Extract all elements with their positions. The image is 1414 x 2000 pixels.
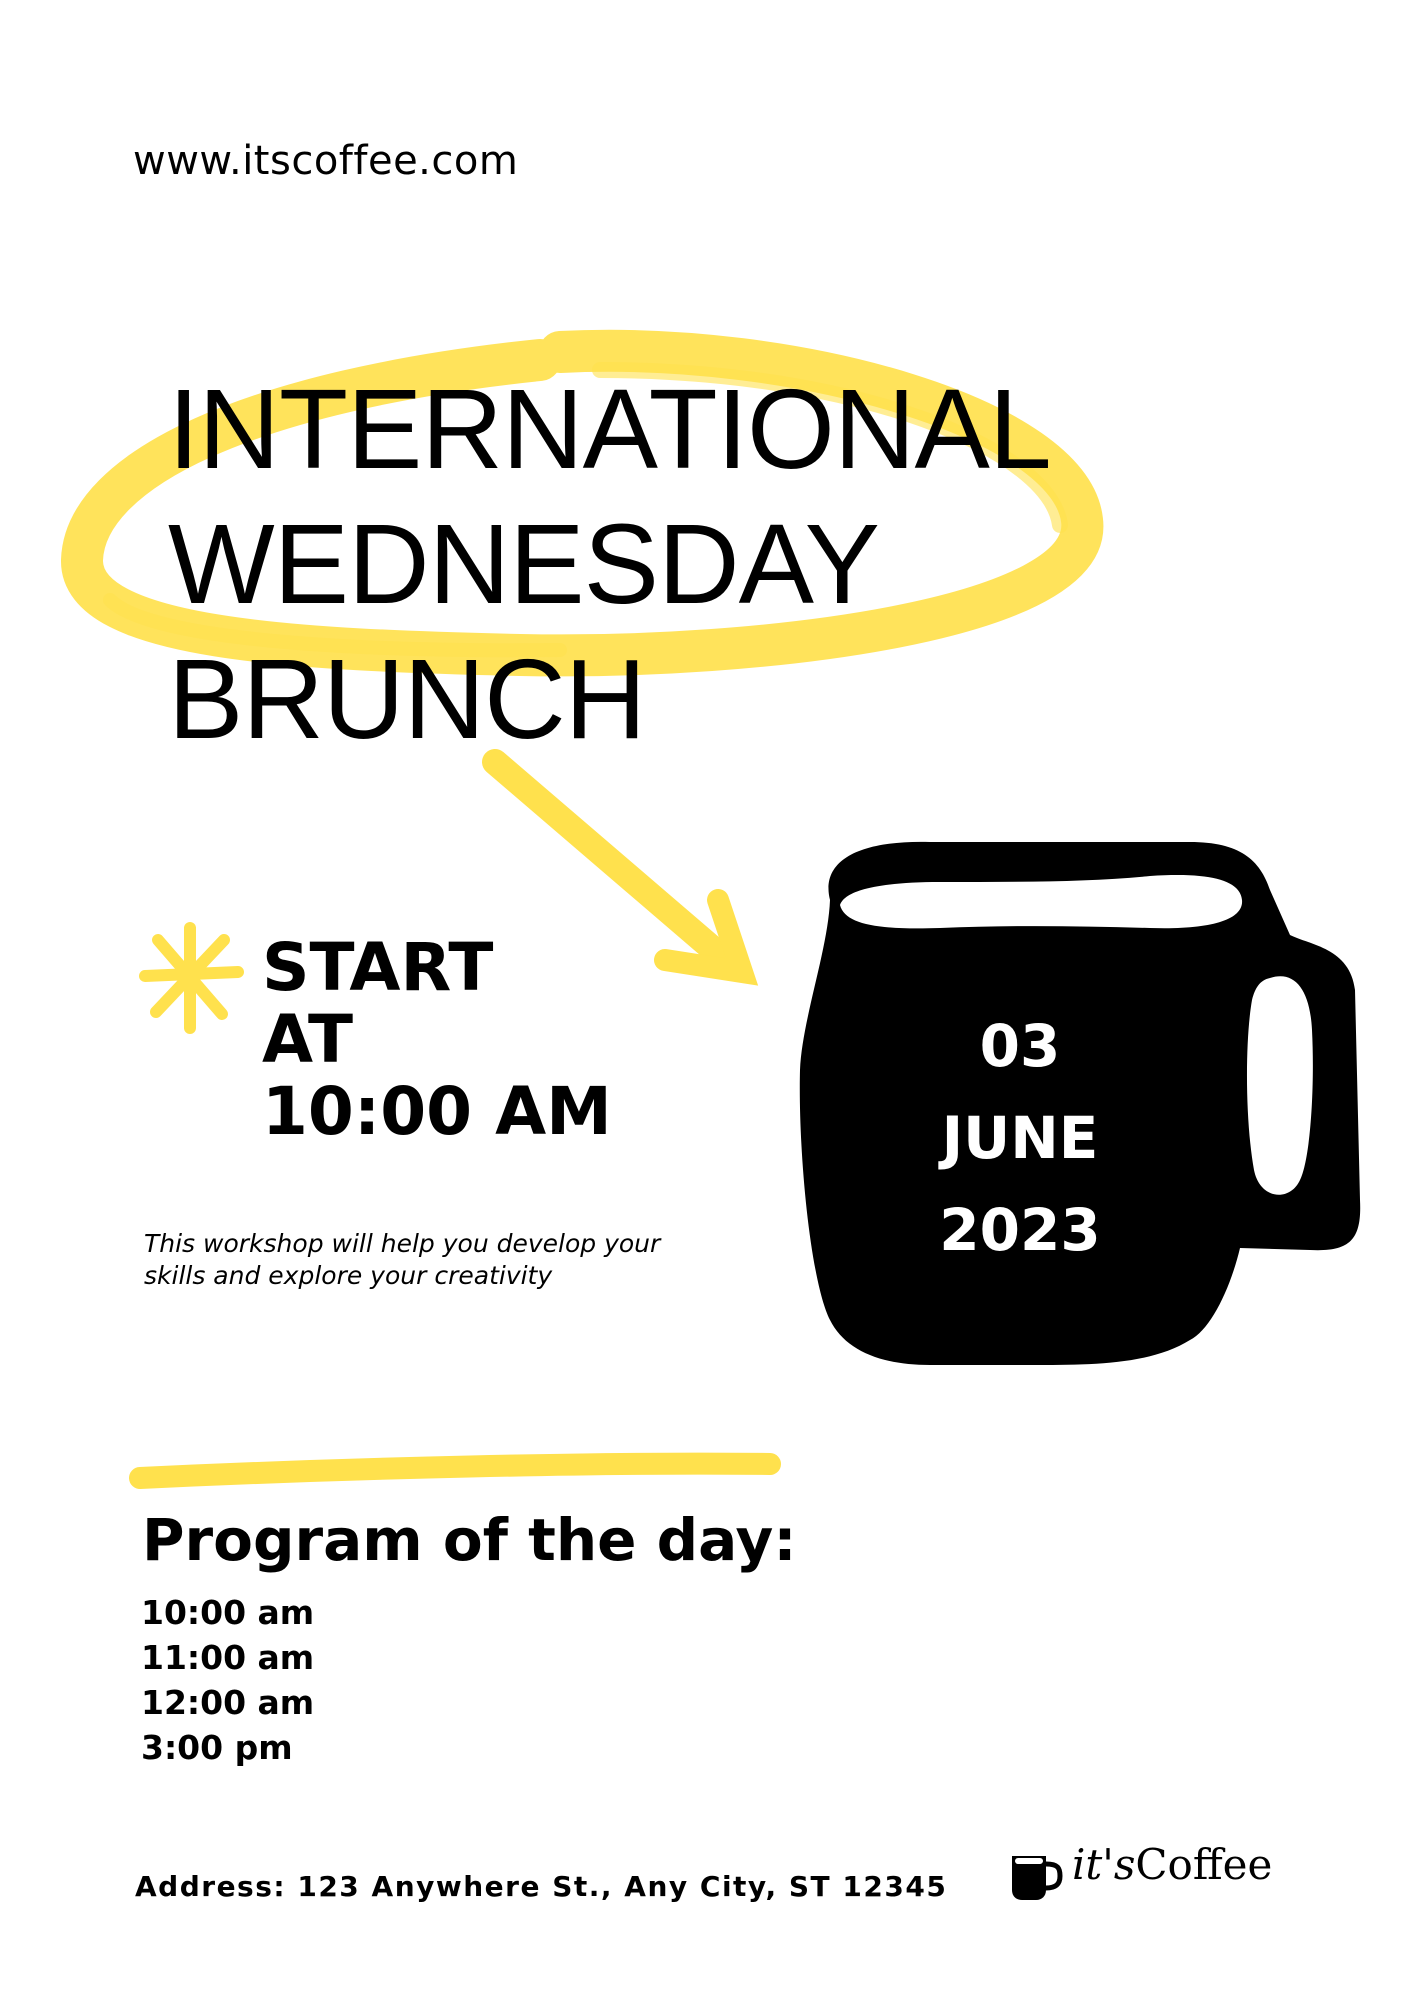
- logo-mug-icon: [1012, 1856, 1063, 1900]
- event-date: 03 JUNE 2023: [895, 1000, 1145, 1276]
- start-line-2: AT: [262, 1001, 353, 1078]
- program-time: 3:00 pm: [141, 1728, 293, 1767]
- program-list: 10:00 am 11:00 am 12:00 am 3:00 pm: [141, 1590, 314, 1770]
- logo-coffee: Coffee: [1135, 1840, 1273, 1889]
- brand-logo: it'sCoffee: [1072, 1840, 1272, 1889]
- date-day: 03: [979, 1012, 1061, 1080]
- date-year: 2023: [939, 1196, 1101, 1264]
- title-line-1: INTERNATIONAL: [168, 366, 1052, 492]
- title-line-3: BRUNCH: [168, 636, 646, 762]
- start-time: START AT 10:00 AM: [262, 932, 612, 1148]
- start-line-1: START: [262, 929, 494, 1006]
- event-title: INTERNATIONAL WEDNESDAY BRUNCH: [168, 362, 1052, 767]
- start-line-3: 10:00 AM: [262, 1073, 612, 1150]
- asterisk-star-icon: [139, 922, 244, 1034]
- logo-its: it's: [1072, 1840, 1136, 1889]
- event-description: This workshop will help you develop your…: [144, 1229, 661, 1290]
- address: Address: 123 Anywhere St., Any City, ST …: [135, 1870, 948, 1903]
- program-title: Program of the day:: [142, 1506, 797, 1574]
- program-time: 10:00 am: [141, 1593, 315, 1632]
- website-url[interactable]: www.itscoffee.com: [133, 138, 518, 184]
- program-time: 12:00 am: [141, 1683, 315, 1722]
- date-month: JUNE: [941, 1104, 1099, 1172]
- title-line-2: WEDNESDAY: [168, 501, 880, 627]
- program-time: 11:00 am: [141, 1638, 315, 1677]
